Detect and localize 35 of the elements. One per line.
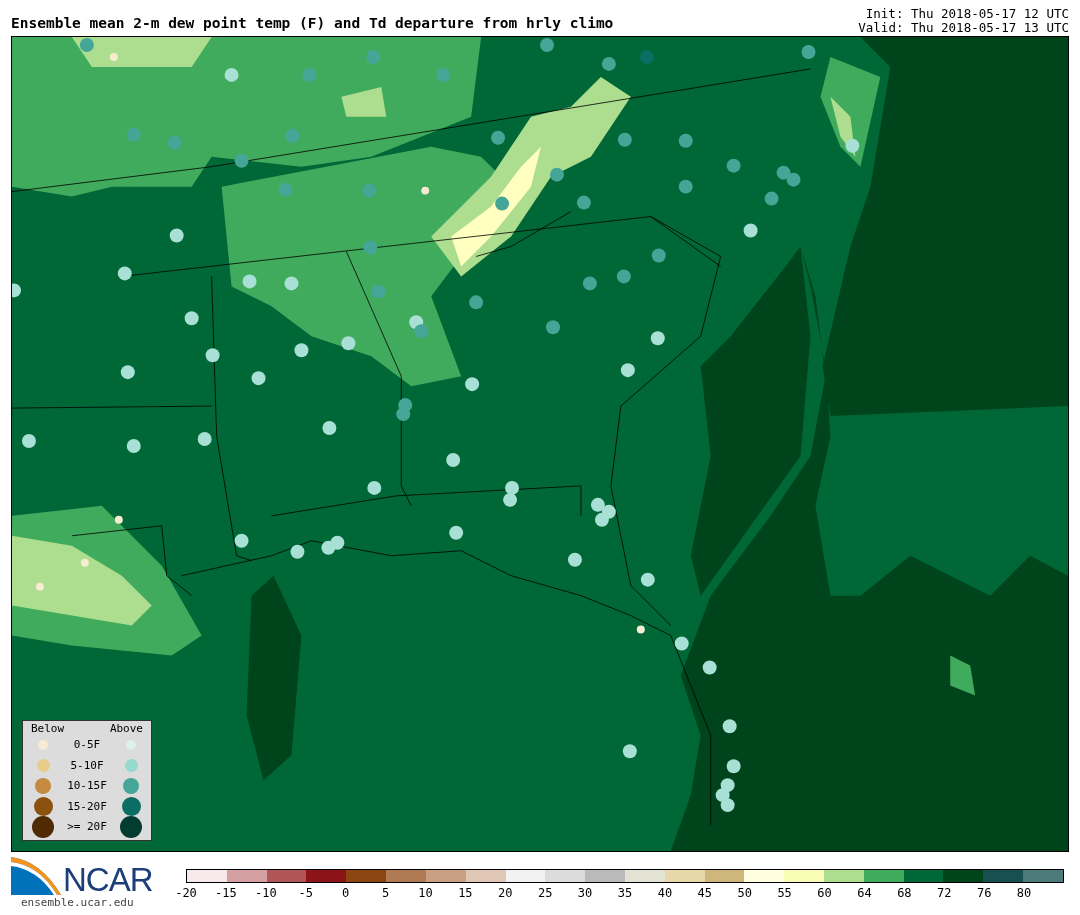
colorbar-tick-label: 5	[381, 886, 390, 900]
legend-label: 5-10F	[69, 758, 105, 772]
colorbar-tick-label: 72	[937, 886, 952, 900]
colorbar-tick-label: 15	[458, 886, 473, 900]
site-url: ensemble.ucar.edu	[21, 896, 135, 909]
chart-title: Ensemble mean 2-m dew point temp (F) and Td departure from hrly climo	[11, 15, 614, 33]
colorbar-tick-label: 10	[418, 886, 433, 900]
swoosh-icon	[11, 857, 61, 895]
legend-header: Above	[109, 722, 143, 735]
colorbar-tick-label: 50	[737, 886, 752, 900]
colorbar-tick-label: 45	[697, 886, 713, 900]
colorbar-tick-label: -10	[254, 886, 277, 900]
colorbar-tick-label: 68	[897, 886, 912, 900]
valid-time: Valid: Thu 2018-05-17 13 UTC	[858, 21, 1069, 35]
colorbar-tick-label: 0	[342, 886, 350, 900]
colorbar-tick-label: 55	[777, 886, 792, 900]
legend-label: >= 20F	[66, 820, 108, 834]
legend-label: 0-5F	[72, 738, 102, 752]
colorbar-tick-label: 80	[1016, 886, 1032, 900]
logo-text: NCAR	[63, 865, 153, 895]
colorbar-tick-label: 40	[657, 886, 673, 900]
legend-label: 10-15F	[66, 779, 108, 793]
legend-label: 15-20F	[66, 799, 108, 813]
colorbar-tick-label: 30	[577, 886, 593, 900]
legend-header: Below	[31, 722, 65, 735]
colorbar-tick-label: -15	[215, 886, 237, 900]
colorbar-tick-label: -20	[175, 886, 197, 900]
colorbar-tick-label: 25	[537, 886, 553, 900]
colorbar-tick-label: 20	[498, 886, 513, 900]
colorbar-tick-label: -5	[298, 886, 313, 900]
colorbar-tick-label: 60	[817, 886, 832, 900]
colorbar-tick-label: 76	[976, 886, 992, 900]
init-time: Init: Thu 2018-05-17 12 UTC	[865, 7, 1069, 21]
colorbar-tick-label: 64	[857, 886, 872, 900]
colorbar-tick-label: 35	[617, 886, 633, 900]
